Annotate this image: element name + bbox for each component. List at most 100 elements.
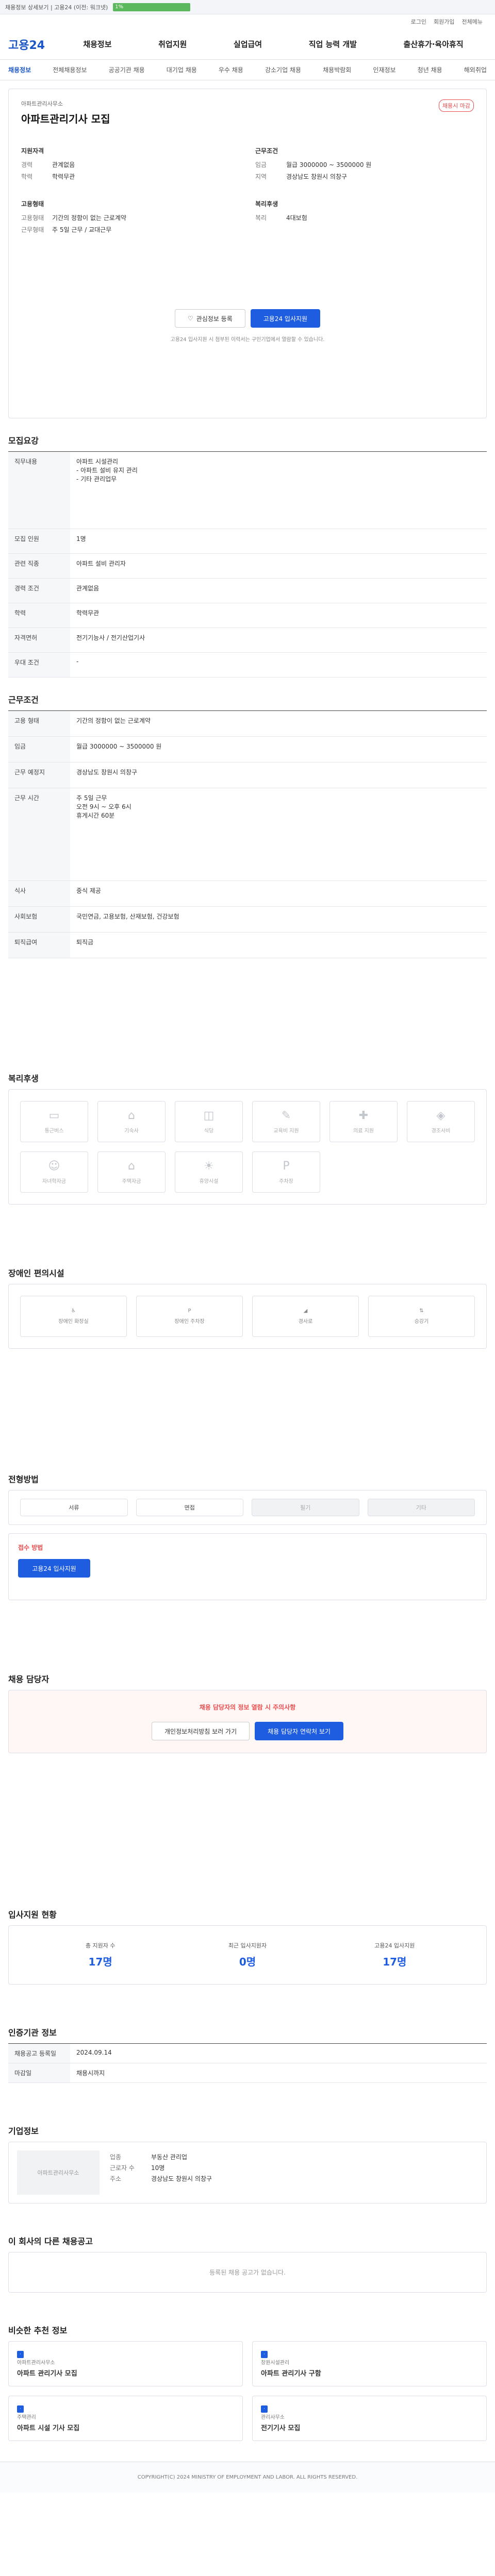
row-label: 퇴직급여 [8, 932, 70, 958]
facility-label: 승강기 [414, 1319, 429, 1325]
process-box: 서류 면접 필기 기타 [8, 1490, 487, 1525]
menu-leave[interactable]: 출산휴가·육아휴직 [404, 39, 464, 49]
interest-label: 관심정보 등록 [196, 315, 233, 323]
info-label: 근로자 수 [110, 2164, 135, 2172]
benefit-item: ▭ 통근버스 [20, 1101, 88, 1142]
browser-label: 채용정보 상세보기 | 고용24 (이전: 워크넷) [5, 4, 108, 11]
sub-nav: 채용정보 전체채용정보 공공기관 채용 대기업 채용 우수 채용 강소기업 채용… [0, 60, 495, 80]
similar-company: 주택관리 [17, 2415, 36, 2420]
facility-label: 장애인 주차장 [174, 1319, 205, 1325]
similar-card[interactable]: · 창원시설관리 아파트 관리기사 구함 [252, 2341, 487, 2386]
edu-icon: ✎ [281, 1109, 291, 1122]
privacy-button[interactable]: 개인정보처리방침 보러 가기 [152, 1722, 250, 1740]
lnb-overseas[interactable]: 해외취업 [464, 65, 487, 74]
lnb-jobs[interactable]: 채용정보 [8, 65, 31, 74]
stat-value: 17명 [383, 1956, 407, 1968]
row-label: 마감일 [8, 2063, 70, 2083]
process-apply-button[interactable]: 고용24 입사지원 [18, 1559, 90, 1578]
benefit-section: 복리후생 ▭ 통근버스 ⌂ 기숙사 ◫ 식당 ✎ 교육비 지원 ✚ 의료 지원 ◈ 경조사비… [8, 1072, 487, 1205]
benefit-label: 식당 [204, 1128, 214, 1134]
menu-jobs[interactable]: 채용정보 [83, 39, 111, 49]
stat-value: 17명 [88, 1956, 112, 1968]
resort-icon: ☀ [204, 1160, 214, 1173]
lnb-best[interactable]: 우수 채용 [219, 65, 243, 74]
browser-bar: 채용정보 상세보기 | 고용24 (이전: 워크넷) 1% [0, 0, 495, 14]
medical-icon: ✚ [358, 1109, 369, 1122]
menu-support[interactable]: 취업지원 [158, 39, 187, 49]
job-header: 채용시 마감 아파트관리사무소 아파트관리기사 모집 지원자격 경력 관계없음 학… [8, 89, 487, 418]
lnb-public[interactable]: 공공기관 채용 [109, 65, 145, 74]
menu-benefit[interactable]: 실업급여 [234, 39, 262, 49]
apply-title: 접수 방법 [18, 1544, 43, 1551]
row-label: 식사 [8, 880, 70, 907]
work-table: 고용 형태 기간의 정함이 없는 근로계약 임금 월급 3000000 ~ 3500… [8, 710, 487, 958]
show-contact-button[interactable]: 채용 담당자 연락처 보기 [255, 1722, 343, 1740]
benefit-item: ⌂ 주택자금 [97, 1151, 166, 1193]
contact-title: 채용 담당자 [8, 1674, 50, 1684]
step-interview: 면접 [136, 1499, 243, 1516]
others-section: 이 회사의 다른 채용공고 등록된 채용 공고가 없습니다. [8, 2234, 487, 2293]
welfare-label: 복리 [255, 214, 267, 222]
util-menu[interactable]: 전체메뉴 [462, 18, 483, 26]
row-value: 국민연금, 고용보험, 산재보험, 건강보험 [70, 906, 487, 933]
row-label: 근무 시간 [8, 788, 70, 881]
util-nav: 로그인 회원가입 전체메뉴 [0, 14, 495, 29]
step-doc: 서류 [20, 1499, 128, 1516]
benefit-item: P 주차장 [252, 1151, 320, 1193]
util-login[interactable]: 로그인 [411, 18, 426, 26]
apply-button[interactable]: 고용24 입사지원 [250, 309, 321, 328]
type-value: 주 5일 근무 / 교대근무 [52, 226, 112, 233]
contact-buttons: 개인정보처리방침 보러 가기 채용 담당자 연락처 보기 [21, 1722, 474, 1740]
work-section: 근무조건 고용 형태 기간의 정함이 없는 근로계약 임금 월급 3000000 ~… [8, 693, 487, 958]
similar-card[interactable]: · 관리사무소 전기기사 모집 [252, 2396, 487, 2441]
benefit-label: 자녀학자금 [42, 1179, 66, 1184]
cond-title: 근무조건 [255, 147, 278, 155]
row-value: 주 5일 근무 오전 9시 ~ 오후 6시 휴게시간 60분 [70, 788, 487, 881]
similar-badge: · [17, 2351, 24, 2358]
main-menu: 채용정보 취업지원 실업급여 직업 능력 개발 출산휴가·육아휴직 [60, 39, 487, 49]
benefit-item: ☀ 휴양시설 [175, 1151, 243, 1193]
process-apply-label: 고용24 입사지원 [32, 1565, 76, 1572]
similar-badge: · [17, 2405, 24, 2413]
similar-section: 비슷한 추천 정보 · 아파트관리사무소 아파트 관리기사 모집 · 창원시설관리 아파… [8, 2324, 487, 2441]
lnb-talent[interactable]: 인재정보 [373, 65, 395, 74]
footer: COPYRIGHT(C) 2024 MINISTRY OF EMPLOYMENT… [0, 2462, 495, 2493]
lnb-all[interactable]: 전체채용정보 [53, 65, 87, 74]
row-value: 아파트 시설관리 - 아파트 설비 유지 관리 - 기타 관리업무 [70, 451, 487, 529]
interest-button[interactable]: ♡ 관심정보 등록 [174, 309, 245, 328]
similar-job: 아파트 관리기사 모집 [17, 2370, 77, 2378]
util-join[interactable]: 회원가입 [434, 18, 454, 26]
menu-training[interactable]: 직업 능력 개발 [309, 39, 357, 49]
lnb-large[interactable]: 대기업 채용 [167, 65, 197, 74]
privacy-label: 개인정보처리방침 보러 가기 [164, 1727, 237, 1735]
similar-card[interactable]: · 주택관리아파트 시설 기사 모집 [8, 2396, 243, 2441]
footer-copyright: COPYRIGHT(C) 2024 MINISTRY OF EMPLOYMENT… [137, 2475, 358, 2480]
lnb-fair[interactable]: 채용박람회 [323, 65, 351, 74]
lnb-small[interactable]: 강소기업 채용 [265, 65, 301, 74]
benefit-item: ◈ 경조사비 [407, 1101, 475, 1142]
lnb-youth[interactable]: 청년 채용 [418, 65, 442, 74]
benefit-label: 기숙사 [124, 1128, 139, 1134]
similar-card[interactable]: · 아파트관리사무소 아파트 관리기사 모집 [8, 2341, 243, 2386]
row-label: 채용공고 등록일 [8, 2043, 70, 2063]
facility-item: ♿ 장애인 화장실 [20, 1296, 127, 1337]
heart-icon: ♡ [187, 315, 193, 322]
similar-job: 아파트 시설 기사 모집 [17, 2425, 80, 2432]
benefit-label: 통근버스 [44, 1128, 64, 1134]
gift-icon: ◈ [436, 1109, 446, 1122]
progress-bar: 1% [113, 3, 191, 11]
stats-section: 입사지원 현황 총 지원자 수 17명 최근 입사지원자 0명 고용24 입사지원 1… [8, 1908, 487, 1985]
qual-label: 경력 [21, 161, 33, 168]
cond-label: 임금 [255, 161, 267, 168]
benefit-item: ✎ 교육비 지원 [252, 1101, 320, 1142]
type-label: 고용형태 [21, 214, 44, 222]
benefit-label: 주차장 [279, 1179, 293, 1184]
company-section: 기업정보 아파트관리사무소 업종 부동산 관리업 근로자 수 10명 주소 경상남도 … [8, 2124, 487, 2204]
logo[interactable]: 고용24 [8, 36, 60, 53]
row-value: 1명 [70, 529, 487, 554]
stat-item: 고용24 입사지원 17명 [329, 1941, 460, 1969]
info-value: 부동산 관리업 [151, 2154, 188, 2161]
step-written: 필기 [252, 1499, 359, 1516]
row-value: 아파트 설비 관리자 [70, 553, 487, 579]
company-logo: 아파트관리사무소 [17, 2150, 100, 2195]
